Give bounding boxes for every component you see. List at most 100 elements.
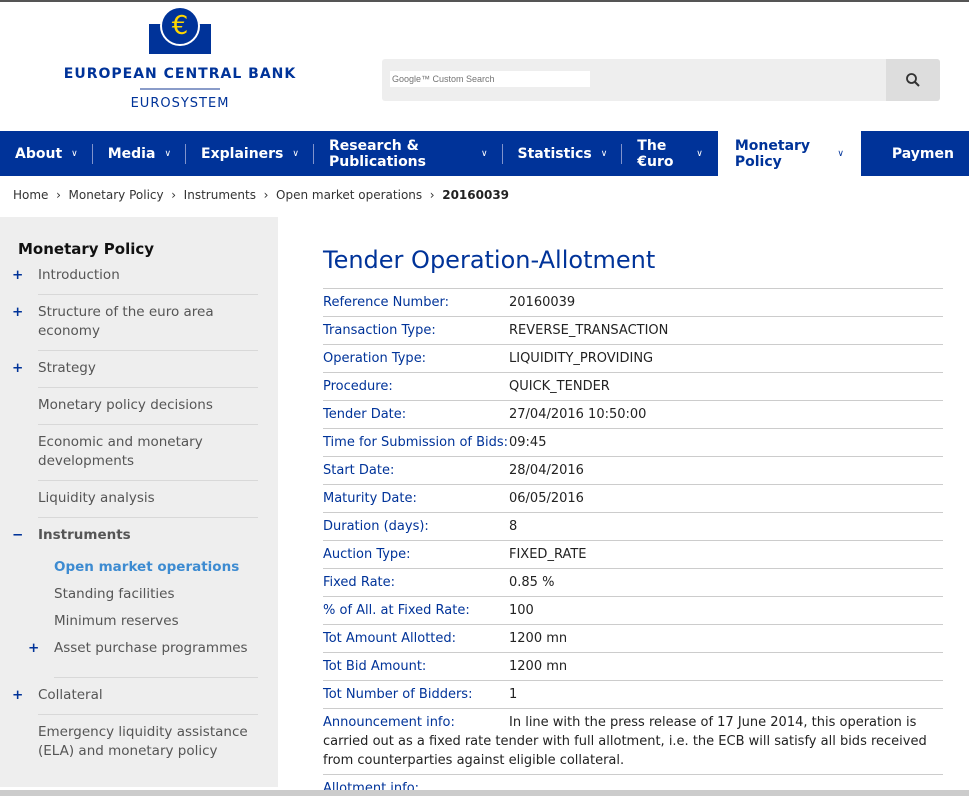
sidebar-item-liquidity[interactable]: Liquidity analysis (38, 481, 258, 518)
ecb-logo[interactable]: € EUROPEAN CENTRAL BANK EUROSYSTEM (60, 6, 300, 111)
table-row: Reference Number: 20160039 (323, 288, 943, 316)
field-label: Time for Submission of Bids: (323, 435, 509, 450)
search-input[interactable] (390, 71, 590, 87)
table-row: Auction Type: FIXED_RATE (323, 540, 943, 568)
chevron-down-icon: ∨ (480, 148, 488, 159)
field-label: Tot Amount Allotted: (323, 631, 457, 646)
table-row: Tot Bid Amount: 1200 mn (323, 652, 943, 680)
field-label: Maturity Date: (323, 491, 417, 506)
chevron-down-icon: ∨ (600, 148, 608, 159)
field-label: Duration (days): (323, 519, 429, 534)
nav-item-about[interactable]: About ∨ (0, 131, 93, 176)
sidebar-sub-open-market[interactable]: Open market operations (54, 554, 278, 581)
field-value: QUICK_TENDER (509, 379, 610, 394)
table-row: Tot Amount Allotted: 1200 mn (323, 624, 943, 652)
table-row: Announcement info: In line with the press… (323, 708, 943, 774)
field-value: 09:45 (509, 435, 547, 450)
sidebar-item-instruments[interactable]: − Instruments (12, 518, 258, 554)
field-value: LIQUIDITY_PROVIDING (509, 351, 654, 366)
table-row: Allotment info: (323, 774, 943, 802)
plus-icon[interactable]: + (12, 359, 23, 378)
sidebar-item-collateral[interactable]: + Collateral (12, 678, 258, 715)
field-label: Tender Date: (323, 407, 407, 422)
logo-sub: EUROSYSTEM (130, 96, 230, 111)
field-label: Start Date: (323, 463, 395, 478)
table-row: Tender Date: 27/04/2016 10:50:00 (323, 400, 943, 428)
table-row: Tot Number of Bidders: 1 (323, 680, 943, 708)
table-row: Start Date: 28/04/2016 (323, 456, 943, 484)
chevron-down-icon: ∨ (696, 148, 703, 159)
sidebar-sub-reserves[interactable]: Minimum reserves (54, 608, 278, 635)
sidebar-item-strategy[interactable]: + Strategy (12, 351, 258, 388)
nav-item-research-publications[interactable]: Research & Publications ∨ (314, 131, 503, 176)
plus-icon[interactable]: + (12, 686, 23, 705)
field-value: 28/04/2016 (509, 463, 584, 478)
breadcrumb-link[interactable]: Monetary Policy (69, 188, 164, 202)
plus-icon[interactable]: + (12, 266, 23, 285)
table-row: Maturity Date: 06/05/2016 (323, 484, 943, 512)
chevron-right-icon: › (422, 188, 443, 202)
search-button[interactable] (886, 59, 940, 101)
breadcrumb-link[interactable]: Instruments (184, 188, 256, 202)
field-value: 0.85 % (509, 575, 555, 590)
table-row: Time for Submission of Bids: 09:45 (323, 428, 943, 456)
field-label: Tot Number of Bidders: (323, 687, 473, 702)
table-row: % of All. at Fixed Rate: 100 (323, 596, 943, 624)
nav-item-the-uro[interactable]: The €uro ∨ (622, 131, 718, 176)
field-label: Tot Bid Amount: (323, 659, 427, 674)
sidebar: Monetary Policy + Introduction + Structure… (0, 217, 278, 787)
field-value: 06/05/2016 (509, 491, 584, 506)
field-label: Operation Type: (323, 351, 427, 366)
table-row: Duration (days): 8 (323, 512, 943, 540)
field-value: 27/04/2016 10:50:00 (509, 407, 647, 422)
plus-icon[interactable]: + (28, 639, 39, 658)
breadcrumb: Home › Monetary Policy › Instruments › O… (13, 188, 509, 202)
field-label: Transaction Type: (323, 323, 436, 338)
field-label: Fixed Rate: (323, 575, 396, 590)
allotment-table: Reference Number: 20160039 Transaction Typ… (323, 288, 943, 802)
field-label: Procedure: (323, 379, 393, 394)
table-row: Fixed Rate: 0.85 % (323, 568, 943, 596)
ecb-emblem: € (149, 6, 211, 54)
field-value: REVERSE_TRANSACTION (509, 323, 669, 338)
search-bar (382, 59, 940, 101)
nav-item-paymen[interactable]: Paymen (877, 131, 969, 176)
sidebar-sub-asset-purchase[interactable]: + Asset purchase programmes (28, 635, 258, 678)
nav-item-monetary-policy[interactable]: Monetary Policy ∨ (717, 131, 861, 176)
minus-icon[interactable]: − (12, 526, 23, 545)
field-label: Auction Type: (323, 547, 411, 562)
nav-item-media[interactable]: Media ∨ (93, 131, 187, 176)
main-content: Tender Operation-Allotment Reference Num… (323, 246, 943, 802)
horizontal-scrollbar[interactable] (0, 790, 969, 796)
sidebar-item-developments[interactable]: Economic and monetary developments (38, 425, 258, 481)
field-label: Reference Number: (323, 295, 449, 310)
field-value: 1 (509, 687, 518, 702)
table-row: Transaction Type: REVERSE_TRANSACTION (323, 316, 943, 344)
sidebar-item-ela[interactable]: Emergency liquidity assistance (ELA) and… (38, 715, 258, 770)
field-value: 1200 mn (509, 631, 568, 646)
breadcrumb-link[interactable]: Home (13, 188, 48, 202)
search-icon (906, 73, 920, 87)
chevron-down-icon: ∨ (71, 148, 78, 159)
field-value: 20160039 (509, 295, 576, 310)
breadcrumb-current: 20160039 (442, 188, 510, 202)
field-label: % of All. at Fixed Rate: (323, 603, 470, 618)
chevron-right-icon: › (163, 188, 184, 202)
nav-item-explainers[interactable]: Explainers ∨ (186, 131, 314, 176)
chevron-down-icon: ∨ (292, 148, 299, 159)
nav-item-statistics[interactable]: Statistics ∨ (503, 131, 623, 176)
table-row: Procedure: QUICK_TENDER (323, 372, 943, 400)
field-value: FIXED_RATE (509, 547, 587, 562)
sidebar-item-introduction[interactable]: + Introduction (12, 258, 258, 295)
sidebar-item-decisions[interactable]: Monetary policy decisions (38, 388, 258, 425)
breadcrumb-link[interactable]: Open market operations (276, 188, 422, 202)
field-label: Announcement info: (323, 715, 455, 730)
chevron-right-icon: › (48, 188, 69, 202)
field-value: 1200 mn (509, 659, 568, 674)
logo-divider (140, 88, 220, 90)
sidebar-item-structure[interactable]: + Structure of the euro area economy (12, 295, 258, 351)
plus-icon[interactable]: + (12, 303, 23, 322)
chevron-down-icon: ∨ (837, 148, 844, 159)
field-value: 8 (509, 519, 518, 534)
sidebar-sub-standing[interactable]: Standing facilities (54, 581, 278, 608)
